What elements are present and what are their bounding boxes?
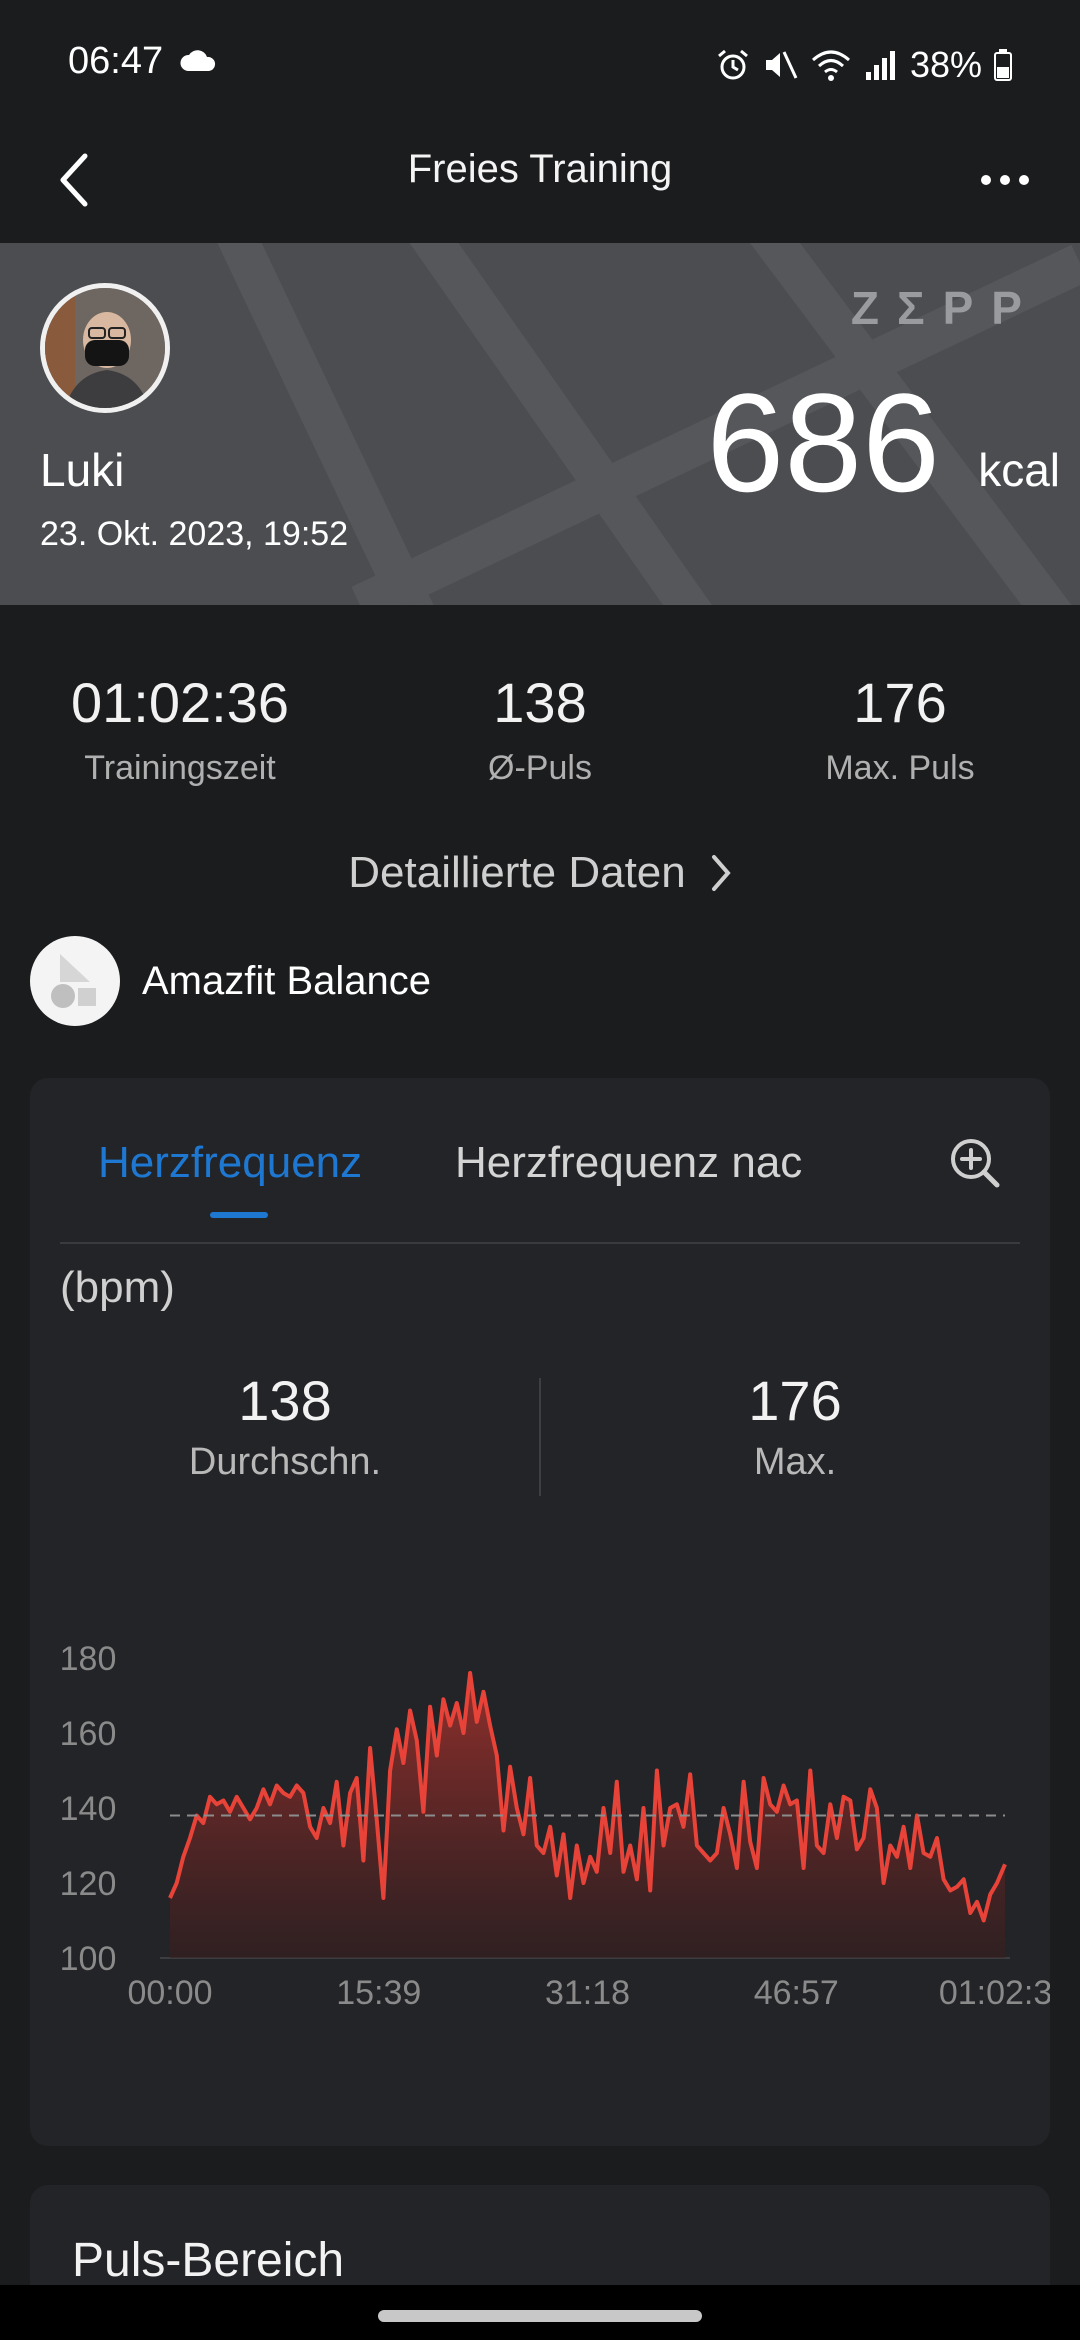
chevron-right-icon — [711, 855, 731, 891]
detailed-data-label: Detaillierte Daten — [348, 848, 686, 897]
cloud-icon — [180, 50, 216, 71]
y-tick-label: 160 — [60, 1715, 117, 1753]
y-tick-label: 140 — [60, 1790, 117, 1828]
stat-max-hr: 176 Max. Puls — [720, 670, 1080, 788]
tab-heart-rate-recovery[interactable]: Herzfrequenz nac — [455, 1138, 855, 1188]
hr-average-label: Durchschn. — [188, 1441, 382, 1483]
calories-unit: kcal — [978, 444, 1060, 496]
status-bar: 06:47 38% — [0, 0, 1080, 125]
x-tick-label: 00:00 — [127, 1974, 212, 2012]
hr-average-value: 138 — [238, 1369, 332, 1432]
zoom-in-icon — [951, 1139, 1000, 1188]
battery-icon — [994, 49, 1012, 81]
stat-label: Max. Puls — [825, 749, 975, 787]
more-options-button[interactable] — [970, 145, 1040, 215]
signal-icon — [865, 51, 895, 80]
zepp-logo: ZΣPP — [850, 282, 1040, 334]
page-title: Freies Training — [407, 147, 673, 191]
active-tab-indicator — [210, 1212, 268, 1218]
hr-average: 138 Durchschn. — [30, 1368, 540, 1484]
tab-heart-rate[interactable]: Herzfrequenz — [98, 1138, 362, 1188]
chart-tabs: Herzfrequenz Herzfrequenz nac — [60, 1078, 1020, 1244]
hr-max-value: 176 — [748, 1369, 842, 1432]
x-tick-label: 31:18 — [545, 1974, 630, 2012]
detailed-data-link[interactable]: Detaillierte Daten — [0, 848, 1080, 898]
y-tick-label: 100 — [60, 1940, 117, 1978]
hr-max-label: Max. — [753, 1441, 837, 1483]
workout-date: 23. Okt. 2023, 19:52 — [40, 515, 349, 553]
home-indicator[interactable] — [378, 2310, 702, 2322]
unit-label: (bpm) — [60, 1263, 175, 1312]
y-tick-label: 120 — [60, 1865, 117, 1903]
more-dots-icon — [981, 175, 1029, 185]
stat-avg-hr: 138 Ø-Puls — [360, 670, 720, 788]
app-header: Freies Training — [0, 125, 1080, 243]
watch-icon — [51, 954, 96, 1008]
stat-duration: 01:02:36 Trainingszeit — [0, 670, 360, 788]
status-time: 06:47 — [68, 40, 164, 82]
user-avatar[interactable] — [40, 283, 170, 413]
calories-value: 686 — [706, 364, 940, 521]
y-tick-label: 180 — [60, 1640, 117, 1678]
hr-max: 176 Max. — [540, 1368, 1050, 1484]
heart-rate-card: Herzfrequenz Herzfrequenz nac (bpm) 138 … — [30, 1078, 1050, 2146]
stat-label: Ø-Puls — [488, 749, 592, 787]
device-name: Amazfit Balance — [142, 958, 432, 1003]
x-tick-label: 01:02:36 — [939, 1974, 1050, 2012]
avatar-image — [45, 288, 165, 408]
stat-value: 138 — [493, 671, 587, 734]
zoom-button[interactable] — [940, 1128, 1010, 1198]
battery-percent: 38% — [909, 44, 982, 85]
pulse-zone-title: Puls-Bereich — [72, 2234, 345, 2287]
mute-icon — [765, 51, 798, 79]
x-tick-label: 46:57 — [754, 1974, 839, 2012]
stat-value: 01:02:36 — [71, 671, 289, 734]
heart-rate-chart[interactable]: 180 160 140 120 100 00:00 15:39 31:18 46:57 01:02… — [30, 1568, 1050, 2168]
stat-label: Trainingszeit — [84, 749, 276, 787]
status-icons: 38% — [716, 44, 1012, 86]
x-tick-label: 15:39 — [336, 1974, 421, 2012]
device-icon — [30, 936, 120, 1026]
wifi-icon — [811, 50, 850, 81]
alarm-icon — [717, 49, 748, 80]
summary-stats: 01:02:36 Trainingszeit 138 Ø-Puls 176 Ma… — [0, 670, 1080, 788]
user-name: Luki — [40, 444, 125, 496]
stat-value: 176 — [853, 671, 947, 734]
hr-summary: 138 Durchschn. 176 Max. — [30, 1368, 1050, 1498]
workout-hero: Luki 23. Okt. 2023, 19:52 ZΣPP 686 kcal — [0, 243, 1080, 605]
device-row: Amazfit Balance — [30, 935, 431, 1027]
